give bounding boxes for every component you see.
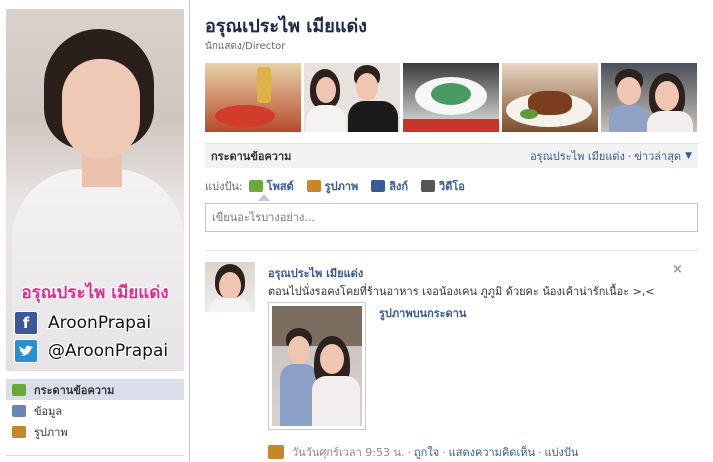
status-composer-input[interactable]: เขียนอะไรบางอย่าง... <box>205 203 698 232</box>
album-link[interactable]: รูปภาพบนกระดาน <box>379 304 466 322</box>
comment-link[interactable]: แสดงความคิดเห็น <box>449 443 535 461</box>
share-photo-button[interactable]: รูปภาพ <box>306 177 359 195</box>
share-item-label: วิดีโอ <box>439 180 465 193</box>
post-message: ตอนไปนั่งรอคงโคยที่ร้านอาหาร เจอน้องเคน … <box>268 285 655 298</box>
nav-item-label: รูปภาพ <box>34 425 68 439</box>
column-divider <box>189 0 190 462</box>
left-nav: กระดานข้อความ ข้อมูล รูปภาพ <box>6 379 184 442</box>
strip-photo-dish[interactable] <box>403 63 499 132</box>
post-author-avatar[interactable] <box>205 262 255 312</box>
left-divider <box>6 455 184 456</box>
wall-header: กระดานข้อความ อรุณประไพ เมียแด่ง · ข่าวล… <box>205 143 698 168</box>
share-link-button[interactable]: ลิงก์ <box>371 177 408 195</box>
facebook-handle: AroonPrapai <box>48 313 152 333</box>
share-item-label: รูปภาพ <box>324 180 359 193</box>
video-icon <box>421 180 436 192</box>
twitter-handle-row: @AroonPrapai <box>14 339 168 363</box>
post-timestamp[interactable]: วันวันศุกร์เวลา 9:53 น. <box>292 443 405 461</box>
post-footer: วันวันศุกร์เวลา 9:53 น. · ถูกใจ · แสดงคว… <box>268 443 578 461</box>
strip-photo-food[interactable] <box>205 63 301 132</box>
nav-item-label: ข้อมูล <box>34 404 63 418</box>
share-video-button[interactable]: วิดีโอ <box>421 177 465 195</box>
share-link[interactable]: แบ่งปัน <box>544 443 578 461</box>
nav-item-info[interactable]: ข้อมูล <box>6 400 184 421</box>
post-author-name[interactable]: อรุณประไพ เมียแด่ง <box>268 264 363 282</box>
strip-photo-couple[interactable] <box>304 63 400 132</box>
wall-filter-owner[interactable]: อรุณประไพ เมียแด่ง <box>530 147 625 165</box>
wall-icon <box>12 383 26 396</box>
info-icon <box>12 404 26 417</box>
share-item-label: โพสต์ <box>266 180 294 193</box>
photos-icon <box>12 425 26 438</box>
like-link[interactable]: ถูกใจ <box>414 443 439 461</box>
wall-filter-sort[interactable]: ข่าวล่าสุด <box>634 147 681 165</box>
nav-item-photos[interactable]: รูปภาพ <box>6 421 184 442</box>
share-bar: แบ่งปัน: โพสต์ รูปภาพ ลิงก์ วิดีโอ <box>205 177 478 195</box>
feed-divider <box>205 250 698 251</box>
filter-separator: · <box>627 149 632 163</box>
status-icon <box>248 180 263 192</box>
profile-face <box>62 59 140 159</box>
share-label: แบ่งปัน: <box>205 180 243 193</box>
facebook-handle-row: f AroonPrapai <box>14 311 151 335</box>
strip-photo-selfie[interactable] <box>601 63 697 132</box>
post-photo[interactable] <box>268 302 366 430</box>
footer-separator: · <box>537 445 542 459</box>
footer-separator: · <box>442 445 446 459</box>
wall-filter-dropdown[interactable]: อรุณประไพ เมียแด่ง · ข่าวล่าสุด ▼ <box>530 147 692 165</box>
post-photo-image <box>272 306 362 426</box>
twitter-handle: @AroonPrapai <box>48 341 169 361</box>
close-icon[interactable]: × <box>672 262 683 277</box>
link-icon <box>371 180 386 192</box>
nav-item-wall[interactable]: กระดานข้อความ <box>6 379 184 400</box>
wall-title: กระดานข้อความ <box>211 150 292 163</box>
photo-icon <box>306 180 321 192</box>
facebook-page: อรุณประไพ เมียแด่ง f AroonPrapai @AroonP… <box>0 0 713 462</box>
photo-strip <box>205 63 697 132</box>
page-title[interactable]: อรุณเประไพ เมียแด่ง <box>205 11 367 40</box>
twitter-icon <box>14 339 38 363</box>
left-column: อรุณประไพ เมียแด่ง f AroonPrapai @AroonP… <box>0 0 185 462</box>
profile-name-overlay: อรุณประไพ เมียแด่ง <box>21 283 169 303</box>
footer-separator: · <box>407 445 412 459</box>
share-pointer <box>258 194 270 201</box>
share-item-label: ลิงก์ <box>389 180 409 193</box>
nav-item-label: กระดานข้อความ <box>34 383 115 397</box>
page-category: นักแสดง/Director <box>205 41 286 52</box>
chevron-down-icon[interactable]: ▼ <box>685 151 692 161</box>
photo-icon <box>268 445 284 459</box>
strip-photo-steak[interactable] <box>502 63 598 132</box>
profile-picture[interactable]: อรุณประไพ เมียแด่ง f AroonPrapai @AroonP… <box>6 9 184 371</box>
share-status-button[interactable]: โพสต์ <box>248 177 294 195</box>
facebook-icon: f <box>14 311 38 335</box>
